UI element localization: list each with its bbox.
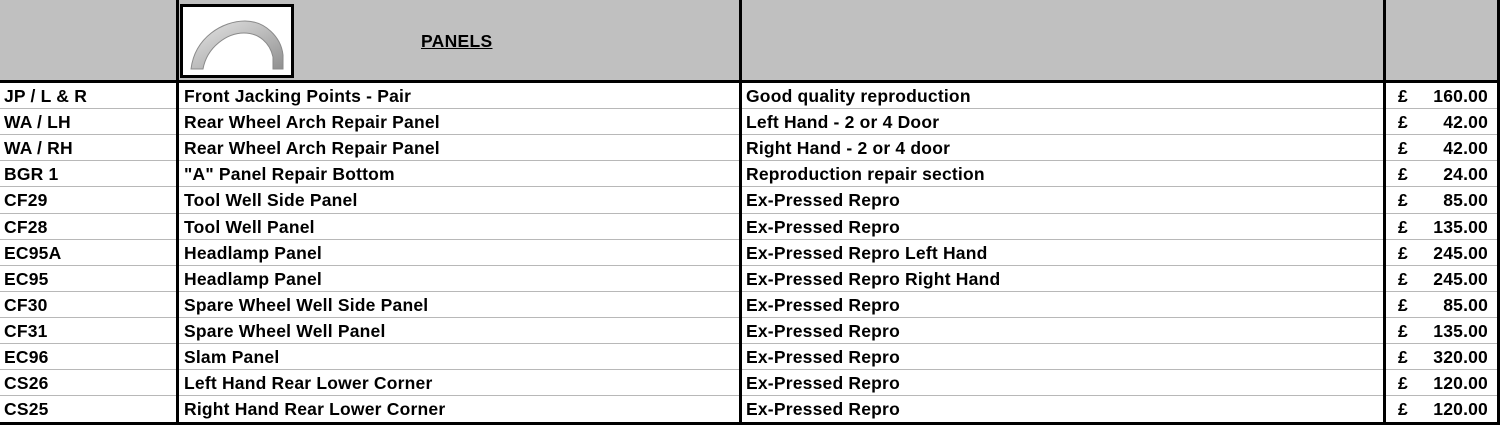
part-description: Spare Wheel Well Side Panel	[184, 295, 429, 315]
currency-symbol: £	[1398, 138, 1408, 158]
part-description: Tool Well Panel	[184, 217, 315, 237]
part-description: "A" Panel Repair Bottom	[184, 164, 395, 184]
part-description: Left Hand Rear Lower Corner	[184, 373, 433, 393]
part-price: 135.00	[1433, 217, 1488, 237]
part-code: EC95	[4, 269, 49, 289]
part-note: Good quality reproduction	[746, 86, 971, 106]
table-row: EC95A Headlamp Panel Ex-Pressed Repro Left…	[0, 240, 1500, 266]
part-note: Ex-Pressed Repro	[746, 217, 900, 237]
wheel-arch-panel-icon	[180, 4, 294, 78]
table-row: BGR 1 "A" Panel Repair Bottom Reproduction…	[0, 161, 1500, 187]
part-price: 85.00	[1443, 295, 1488, 315]
part-description: Tool Well Side Panel	[184, 190, 358, 210]
part-price: 245.00	[1433, 243, 1488, 263]
table-row: JP / L & R Front Jacking Points - Pair Goo…	[0, 83, 1500, 109]
part-description: Rear Wheel Arch Repair Panel	[184, 138, 440, 158]
table-row: CF31 Spare Wheel Well Panel Ex-Pressed Rep…	[0, 318, 1500, 344]
part-code: CF28	[4, 217, 48, 237]
part-description: Rear Wheel Arch Repair Panel	[184, 112, 440, 132]
part-code: CF29	[4, 190, 48, 210]
currency-symbol: £	[1398, 347, 1408, 367]
table-row: CF28 Tool Well Panel Ex-Pressed Repro £135.…	[0, 214, 1500, 240]
part-note: Left Hand - 2 or 4 Door	[746, 112, 940, 132]
part-price: 24.00	[1443, 164, 1488, 184]
column-divider	[1383, 0, 1386, 425]
part-code: WA / LH	[4, 112, 71, 132]
part-note: Reproduction repair section	[746, 164, 985, 184]
part-price: 135.00	[1433, 321, 1488, 341]
table-row: CS26 Left Hand Rear Lower Corner Ex-Presse…	[0, 370, 1500, 396]
part-note: Ex-Pressed Repro	[746, 399, 900, 419]
part-price: 320.00	[1433, 347, 1488, 367]
currency-symbol: £	[1398, 190, 1408, 210]
part-note: Ex-Pressed Repro	[746, 321, 900, 341]
currency-symbol: £	[1398, 269, 1408, 289]
currency-symbol: £	[1398, 243, 1408, 263]
currency-symbol: £	[1398, 86, 1408, 106]
header-cell-price	[1385, 0, 1500, 82]
part-code: BGR 1	[4, 164, 59, 184]
part-description: Headlamp Panel	[184, 243, 322, 263]
page-title: PANELS	[421, 31, 493, 51]
part-note: Ex-Pressed Repro	[746, 373, 900, 393]
part-description: Front Jacking Points - Pair	[184, 86, 412, 106]
header-cell-note	[741, 0, 1385, 82]
part-code: EC96	[4, 347, 49, 367]
part-price: 120.00	[1433, 373, 1488, 393]
part-description: Slam Panel	[184, 347, 280, 367]
currency-symbol: £	[1398, 295, 1408, 315]
currency-symbol: £	[1398, 399, 1408, 419]
part-note: Ex-Pressed Repro	[746, 190, 900, 210]
part-price: 120.00	[1433, 399, 1488, 419]
part-code: WA / RH	[4, 138, 73, 158]
part-code: EC95A	[4, 243, 62, 263]
table-row: CS25 Right Hand Rear Lower Corner Ex-Press…	[0, 396, 1500, 422]
part-note: Ex-Pressed Repro Right Hand	[746, 269, 1001, 289]
part-note: Ex-Pressed Repro	[746, 295, 900, 315]
column-divider	[176, 0, 179, 425]
part-price: 245.00	[1433, 269, 1488, 289]
table-row: WA / RH Rear Wheel Arch Repair Panel Right…	[0, 135, 1500, 161]
part-code: CF31	[4, 321, 48, 341]
part-price: 160.00	[1433, 86, 1488, 106]
part-note: Ex-Pressed Repro	[746, 347, 900, 367]
currency-symbol: £	[1398, 321, 1408, 341]
part-price: 85.00	[1443, 190, 1488, 210]
currency-symbol: £	[1398, 112, 1408, 132]
part-description: Spare Wheel Well Panel	[184, 321, 386, 341]
part-code: JP / L & R	[4, 86, 88, 106]
part-note: Ex-Pressed Repro Left Hand	[746, 243, 988, 263]
table-row: WA / LH Rear Wheel Arch Repair Panel Left …	[0, 109, 1500, 135]
column-divider	[739, 0, 742, 425]
part-code: CS25	[4, 399, 49, 419]
currency-symbol: £	[1398, 164, 1408, 184]
part-description: Headlamp Panel	[184, 269, 322, 289]
part-code: CF30	[4, 295, 48, 315]
price-list-sheet: PANELS JP / L & R Front Jacking Points - …	[0, 0, 1500, 425]
header-cell-code	[0, 0, 177, 82]
part-price: 42.00	[1443, 138, 1488, 158]
table-row: CF30 Spare Wheel Well Side Panel Ex-Presse…	[0, 292, 1500, 318]
part-description: Right Hand Rear Lower Corner	[184, 399, 446, 419]
currency-symbol: £	[1398, 217, 1408, 237]
part-price: 42.00	[1443, 112, 1488, 132]
table-row: EC95 Headlamp Panel Ex-Pressed Repro Right…	[0, 266, 1500, 292]
table-row: EC96 Slam Panel Ex-Pressed Repro £320.00	[0, 344, 1500, 370]
currency-symbol: £	[1398, 373, 1408, 393]
table-row: CF29 Tool Well Side Panel Ex-Pressed Repro…	[0, 187, 1500, 213]
part-code: CS26	[4, 373, 49, 393]
part-note: Right Hand - 2 or 4 door	[746, 138, 951, 158]
